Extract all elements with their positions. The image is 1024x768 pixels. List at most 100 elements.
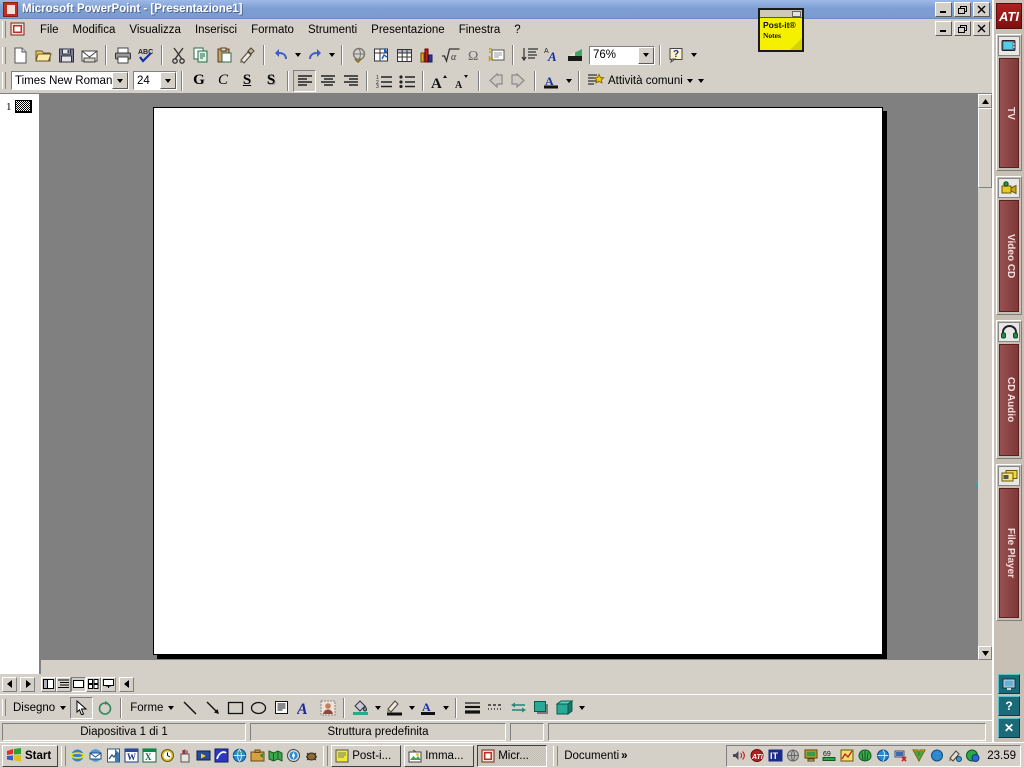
display-icon[interactable] bbox=[803, 748, 819, 764]
font-name-dropdown-icon[interactable] bbox=[112, 72, 128, 89]
insert-table-icon[interactable] bbox=[393, 44, 416, 66]
align-center-icon[interactable] bbox=[316, 70, 339, 92]
undo-dropdown-icon[interactable] bbox=[292, 44, 303, 66]
formatting-toolbar-grip[interactable] bbox=[2, 72, 6, 89]
insert-chart-icon[interactable] bbox=[416, 44, 439, 66]
zoom-combo[interactable]: 76% bbox=[589, 45, 655, 65]
menu-formato[interactable]: Formato bbox=[244, 21, 301, 39]
font-color-dropdown-icon[interactable] bbox=[563, 70, 574, 92]
shapes-menu-button[interactable]: Forme bbox=[126, 697, 178, 719]
scroll-down-icon[interactable] bbox=[978, 646, 992, 660]
close-icon[interactable]: ✕ bbox=[998, 718, 1020, 738]
postit-minimize-button[interactable] bbox=[792, 10, 801, 17]
3d-dropdown-icon[interactable] bbox=[576, 697, 587, 719]
align-right-icon[interactable] bbox=[339, 70, 362, 92]
outline-slide-1[interactable]: 1 bbox=[0, 94, 39, 113]
color-tray-icon[interactable] bbox=[965, 748, 981, 764]
postit-notes-window[interactable]: Post-it® Notes bbox=[758, 8, 804, 52]
documents-toolband[interactable]: Documenti » bbox=[561, 750, 630, 762]
text-box-icon[interactable] bbox=[270, 697, 293, 719]
graph-icon[interactable] bbox=[839, 748, 855, 764]
outlook-express-icon[interactable] bbox=[87, 747, 104, 764]
frontpage-icon[interactable] bbox=[105, 747, 122, 764]
network-disconnected-icon[interactable] bbox=[893, 748, 909, 764]
mdi-close-button[interactable] bbox=[973, 21, 990, 36]
mdi-restore-button[interactable] bbox=[954, 21, 971, 36]
underline-button[interactable]: S bbox=[235, 70, 259, 92]
norton-icon[interactable] bbox=[911, 748, 927, 764]
font-color-icon[interactable]: A bbox=[540, 70, 563, 92]
scroll-left-icon[interactable] bbox=[2, 676, 17, 692]
font-size-combo[interactable]: 24 bbox=[133, 71, 177, 90]
menu-inserisci[interactable]: Inserisci bbox=[188, 21, 244, 39]
italic-button[interactable]: C bbox=[211, 70, 235, 92]
spellcheck-icon[interactable]: ABC bbox=[134, 44, 157, 66]
globe-browser-icon[interactable] bbox=[231, 747, 248, 764]
shapes-menu-dropdown-icon[interactable] bbox=[168, 705, 175, 710]
toolband-grip[interactable] bbox=[553, 745, 559, 766]
taskbar-item-imaging[interactable]: Imma... bbox=[404, 744, 475, 767]
volume-icon[interactable] bbox=[731, 748, 747, 764]
clock-icon[interactable] bbox=[159, 747, 176, 764]
arrow-style-icon[interactable] bbox=[507, 697, 530, 719]
menu-help[interactable]: ? bbox=[507, 21, 527, 39]
view-slide-show-icon[interactable] bbox=[101, 676, 116, 692]
taskbar-item-postit[interactable]: Post-i... bbox=[331, 744, 402, 767]
media-icon[interactable] bbox=[195, 747, 212, 764]
temperature-icon[interactable]: 69 bbox=[821, 748, 837, 764]
grayscale-preview-icon[interactable] bbox=[564, 44, 587, 66]
zoom-dropdown-icon[interactable] bbox=[638, 46, 654, 64]
ati-icon[interactable]: ATI bbox=[749, 748, 765, 764]
world-icon[interactable] bbox=[929, 748, 945, 764]
rectangle-icon[interactable] bbox=[224, 697, 247, 719]
shadow-button[interactable]: S bbox=[259, 70, 283, 92]
draw-menu-dropdown-icon[interactable] bbox=[60, 705, 67, 710]
view-outline-icon[interactable] bbox=[56, 676, 71, 692]
view-slide-icon[interactable] bbox=[71, 676, 86, 692]
outline-pane[interactable]: 1 bbox=[0, 94, 40, 674]
media-button-tv[interactable]: TV bbox=[996, 34, 1022, 171]
paint-icon[interactable] bbox=[177, 747, 194, 764]
insert-chart-excel-icon[interactable] bbox=[370, 44, 393, 66]
new-slide-icon[interactable] bbox=[485, 44, 508, 66]
bold-button[interactable]: G bbox=[187, 70, 211, 92]
common-tasks-button[interactable]: Attività comuni bbox=[584, 70, 696, 92]
media-button-video-cd[interactable]: Video CD bbox=[996, 176, 1022, 315]
scroll-up-icon[interactable] bbox=[978, 94, 992, 108]
postit-titlebar[interactable] bbox=[760, 10, 802, 18]
maps-icon[interactable] bbox=[267, 747, 284, 764]
expand-all-icon[interactable] bbox=[518, 44, 541, 66]
start-button[interactable]: Start bbox=[2, 744, 59, 767]
bug-icon[interactable] bbox=[303, 747, 320, 764]
ellipse-icon[interactable] bbox=[247, 697, 270, 719]
line-icon[interactable] bbox=[178, 697, 201, 719]
menu-strumenti[interactable]: Strumenti bbox=[301, 21, 364, 39]
paint-tray-icon[interactable] bbox=[947, 748, 963, 764]
scroll-right-icon[interactable] bbox=[20, 676, 35, 692]
close-button[interactable] bbox=[973, 2, 990, 17]
save-disk-icon[interactable] bbox=[55, 44, 78, 66]
compass-icon[interactable] bbox=[285, 747, 302, 764]
redo-icon[interactable] bbox=[303, 44, 326, 66]
keyboard-layout-icon[interactable]: IT bbox=[767, 748, 783, 764]
demote-icon[interactable] bbox=[507, 70, 530, 92]
help-dropdown-icon[interactable] bbox=[688, 44, 699, 66]
monitor-icon[interactable] bbox=[998, 674, 1020, 694]
formatting-overflow-icon[interactable] bbox=[696, 70, 707, 92]
minimize-button[interactable] bbox=[935, 2, 952, 17]
font-size-dropdown-icon[interactable] bbox=[160, 72, 176, 89]
print-icon[interactable] bbox=[111, 44, 134, 66]
wordart-icon[interactable]: A bbox=[293, 697, 316, 719]
hyperlink-icon[interactable] bbox=[347, 44, 370, 66]
postit-body[interactable]: Post-it® Notes bbox=[760, 18, 802, 50]
help-icon[interactable]: ? bbox=[998, 696, 1020, 716]
bulleted-list-icon[interactable] bbox=[395, 70, 418, 92]
slide-thumbnail-icon[interactable] bbox=[14, 100, 32, 113]
media-button-cd-audio[interactable]: CD Audio bbox=[996, 320, 1022, 459]
network-globe-icon[interactable] bbox=[785, 748, 801, 764]
paste-clipboard-icon[interactable] bbox=[213, 44, 236, 66]
documents-chevron-icon[interactable]: » bbox=[621, 750, 627, 762]
quicklaunch-grip[interactable] bbox=[61, 745, 67, 766]
shadow-icon[interactable] bbox=[530, 697, 553, 719]
numbered-list-icon[interactable]: 123 bbox=[372, 70, 395, 92]
